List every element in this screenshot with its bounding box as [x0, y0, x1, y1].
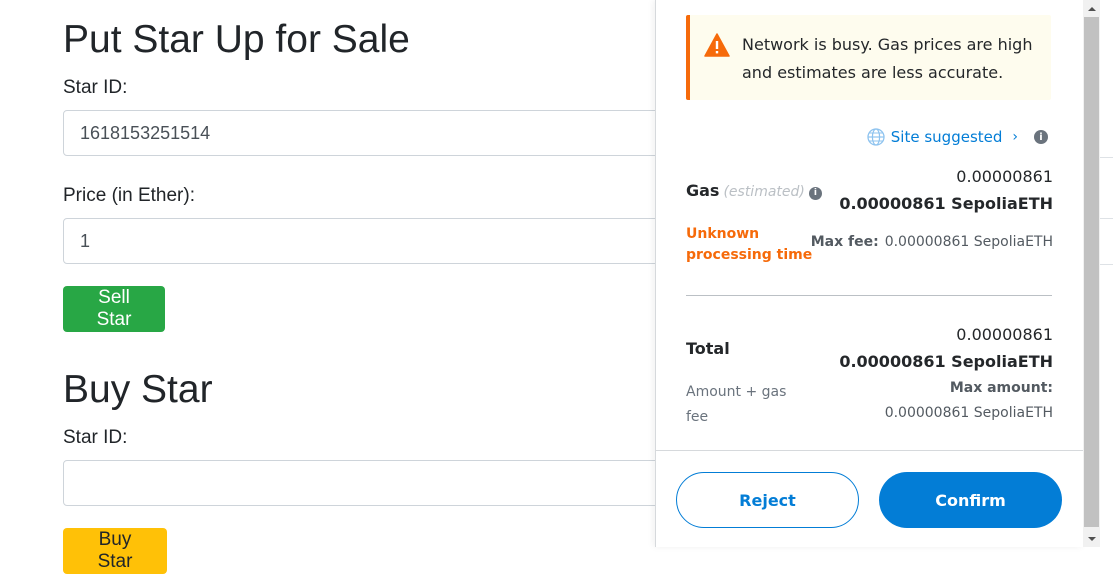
buy-star-id-label: Star ID:	[63, 427, 128, 448]
sell-star-id-label: Star ID:	[63, 77, 128, 98]
alert-message: Network is busy. Gas prices are high and…	[742, 35, 1033, 82]
confirm-button[interactable]: Confirm	[879, 472, 1062, 528]
reject-button[interactable]: Reject	[676, 472, 859, 528]
gas-info-icon[interactable]: i	[808, 186, 822, 200]
processing-time[interactable]: Unknown processing time	[686, 224, 816, 266]
total-value-bold: 0.00000861 SepoliaETH	[839, 352, 1053, 371]
buy-star-id-input[interactable]	[63, 460, 703, 506]
chevron-right-icon: ›	[1012, 129, 1018, 145]
site-suggested-link[interactable]: Site suggested › i	[867, 128, 1048, 146]
globe-icon	[867, 128, 885, 146]
amount-gas-fee-label: Amount + gas fee	[686, 384, 787, 425]
buy-star-button[interactable]: Buy Star	[63, 528, 167, 574]
gas-value-small: 0.00000861	[956, 167, 1053, 186]
gas-estimated-label: (estimated)	[723, 184, 805, 200]
sell-star-id-input[interactable]	[63, 110, 703, 156]
max-amount-value: 0.00000861 SepoliaETH	[884, 405, 1053, 421]
network-busy-alert: Network is busy. Gas prices are high and…	[686, 15, 1051, 100]
price-input[interactable]	[63, 218, 703, 264]
sell-heading: Put Star Up for Sale	[63, 18, 410, 61]
scrollbar[interactable]	[1083, 0, 1100, 547]
sell-star-button[interactable]: Sell Star	[63, 286, 165, 332]
max-amount-label: Max amount:	[949, 380, 1053, 396]
gas-label: Gas	[686, 181, 720, 200]
total-value-small: 0.00000861	[956, 325, 1053, 344]
total-label: Total	[686, 339, 730, 358]
price-label: Price (in Ether):	[63, 185, 195, 206]
metamask-panel: Network is busy. Gas prices are high and…	[655, 0, 1084, 547]
gas-label-row: Gas (estimated) i	[686, 181, 822, 200]
max-fee-label: Max fee:	[810, 234, 879, 250]
scroll-up-arrow-icon[interactable]	[1083, 0, 1100, 17]
scroll-down-arrow-icon[interactable]	[1083, 530, 1100, 547]
divider	[686, 295, 1052, 296]
gas-value-bold: 0.00000861 SepoliaETH	[839, 194, 1053, 213]
site-suggested-label: Site suggested	[890, 128, 1003, 146]
footer-divider	[656, 450, 1084, 451]
max-fee-row: Max fee: 0.00000861 SepoliaETH	[811, 234, 1053, 250]
info-icon[interactable]: i	[1034, 130, 1048, 144]
max-fee-value: 0.00000861 SepoliaETH	[884, 234, 1053, 250]
buy-heading: Buy Star	[63, 368, 213, 411]
warning-icon	[704, 33, 730, 57]
scrollbar-thumb[interactable]	[1084, 17, 1099, 527]
